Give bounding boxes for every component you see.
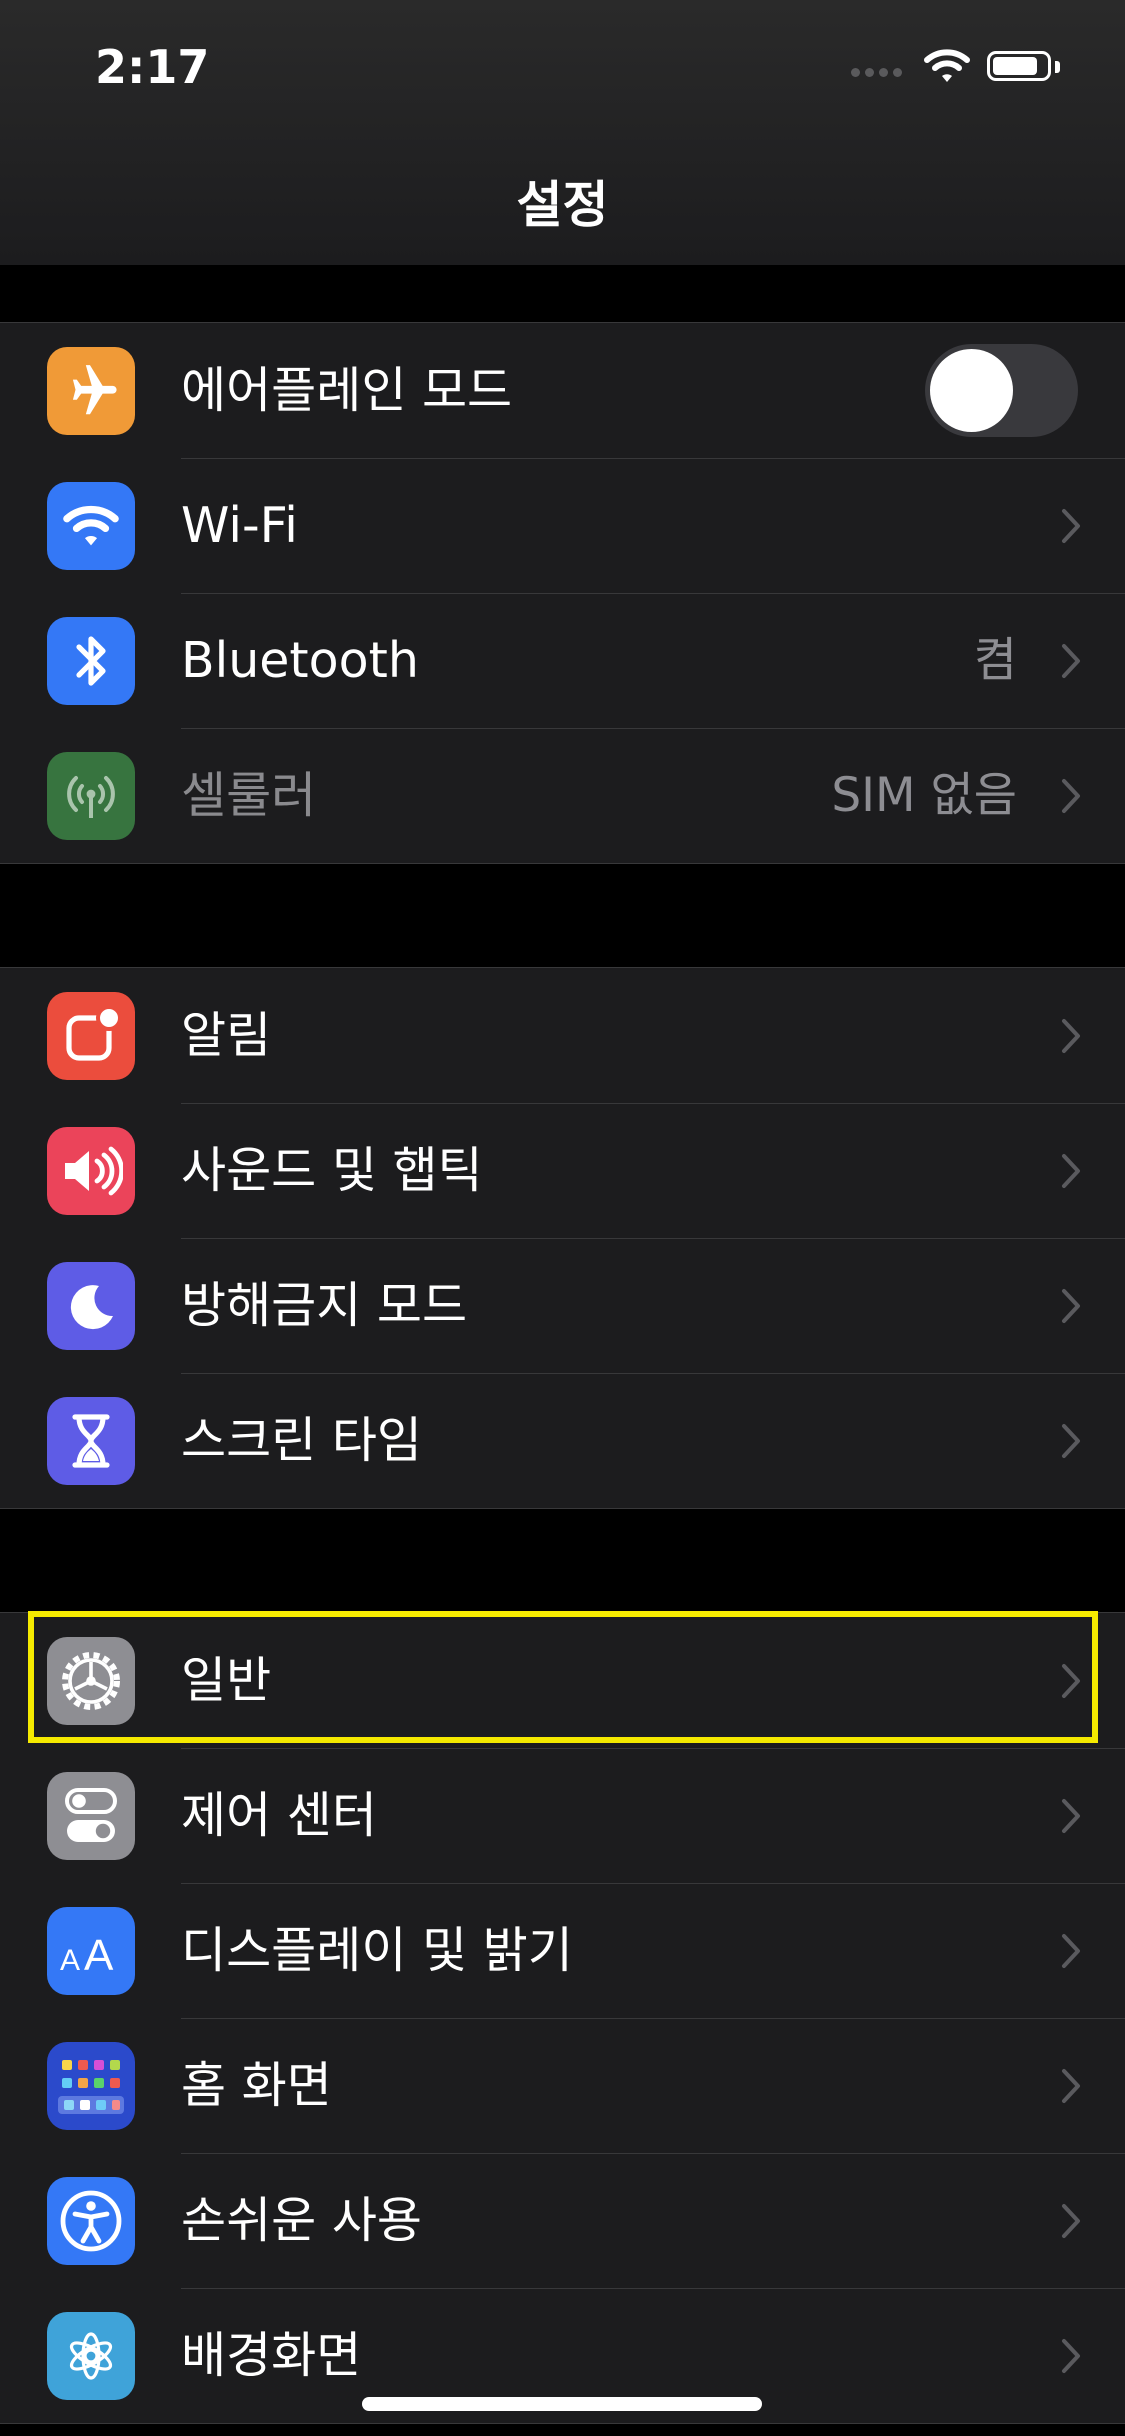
settings-row-cellular[interactable]: 셀룰러 SIM 없음	[0, 728, 1125, 863]
gear-icon	[47, 1637, 135, 1725]
settings-group: 에어플레인 모드 Wi-Fi Bluetooth 켬셀룰러 SIM 없음	[0, 322, 1125, 864]
row-label: 알림	[181, 1007, 272, 1064]
row-label: 디스플레이 및 밝기	[181, 1922, 573, 1979]
row-label: 손쉬운 사용	[181, 2192, 422, 2249]
settings-row-notifications[interactable]: 알림	[0, 968, 1125, 1103]
chevron-right-icon	[1062, 779, 1080, 813]
home-screen-icon	[47, 2042, 135, 2130]
settings-row-wifi[interactable]: Wi-Fi	[0, 458, 1125, 593]
hourglass-icon	[47, 1397, 135, 1485]
settings-row-control-center[interactable]: 제어 센터	[0, 1748, 1125, 1883]
bluetooth-icon	[47, 617, 135, 705]
moon-icon	[47, 1262, 135, 1350]
battery-icon	[987, 51, 1051, 81]
settings-row-sound[interactable]: 사운드 및 햅틱	[0, 1103, 1125, 1238]
row-label: 일반	[181, 1652, 272, 1709]
settings-row-accessibility[interactable]: 손쉬운 사용	[0, 2153, 1125, 2288]
chevron-right-icon	[1062, 1424, 1080, 1458]
settings-row-bluetooth[interactable]: Bluetooth 켬	[0, 593, 1125, 728]
cellular-icon	[47, 752, 135, 840]
chevron-right-icon	[1062, 1289, 1080, 1323]
chevron-right-icon	[1062, 509, 1080, 543]
notifications-icon	[47, 992, 135, 1080]
row-label: Bluetooth	[181, 632, 419, 689]
sound-icon	[47, 1127, 135, 1215]
settings-row-moon[interactable]: 방해금지 모드	[0, 1238, 1125, 1373]
control-center-icon	[47, 1772, 135, 1860]
row-label: 에어플레인 모드	[181, 362, 513, 419]
settings-group: 알림사운드 및 햅틱방해금지 모드스크린 타임	[0, 967, 1125, 1509]
chevron-right-icon	[1062, 2204, 1080, 2238]
chevron-right-icon	[1062, 2339, 1080, 2373]
accessibility-icon	[47, 2177, 135, 2265]
status-icons	[851, 46, 1081, 88]
row-label: 방해금지 모드	[181, 1277, 468, 1334]
chevron-right-icon	[1062, 2069, 1080, 2103]
airplane-icon	[47, 347, 135, 435]
row-label: 홈 화면	[181, 2057, 332, 2114]
wallpaper-icon	[47, 2312, 135, 2400]
settings-row-hourglass[interactable]: 스크린 타임	[0, 1373, 1125, 1508]
airplane-mode-toggle[interactable]	[925, 344, 1078, 437]
display-brightness-icon: AA	[47, 1907, 135, 1995]
svg-text:A: A	[60, 1944, 80, 1974]
row-label: 스크린 타임	[181, 1412, 422, 1469]
chevron-right-icon	[1062, 1934, 1080, 1968]
chevron-right-icon	[1062, 1019, 1080, 1053]
row-value: SIM 없음	[831, 768, 1017, 823]
row-label: 사운드 및 햅틱	[181, 1142, 483, 1199]
row-value: 켬	[973, 633, 1017, 688]
row-label: 제어 센터	[181, 1787, 377, 1844]
row-label: Wi-Fi	[181, 497, 298, 554]
wifi-icon	[47, 482, 135, 570]
home-indicator[interactable]	[362, 2397, 762, 2411]
cellular-dots-icon	[851, 68, 903, 77]
toggle-knob	[930, 349, 1013, 432]
settings-row-gear[interactable]: 일반	[0, 1613, 1125, 1748]
chevron-right-icon	[1062, 1154, 1080, 1188]
page-title: 설정	[516, 176, 609, 234]
navigation-header: 2:17 설정	[0, 0, 1125, 265]
chevron-right-icon	[1062, 644, 1080, 678]
row-label: 배경화면	[181, 2327, 362, 2384]
chevron-right-icon	[1062, 1799, 1080, 1833]
settings-row-airplane[interactable]: 에어플레인 모드	[0, 323, 1125, 458]
wifi-icon	[924, 49, 970, 82]
status-time: 2:17	[95, 40, 210, 94]
chevron-right-icon	[1062, 1664, 1080, 1698]
settings-group: 일반제어 센터 A A 디스플레이 및 밝기홈 화면손쉬운 사용배경화면	[0, 1612, 1125, 2424]
row-label: 셀룰러	[181, 767, 317, 824]
svg-text:A: A	[84, 1931, 114, 1974]
settings-row-home-screen[interactable]: 홈 화면	[0, 2018, 1125, 2153]
settings-row-display-brightness[interactable]: A A 디스플레이 및 밝기	[0, 1883, 1125, 2018]
